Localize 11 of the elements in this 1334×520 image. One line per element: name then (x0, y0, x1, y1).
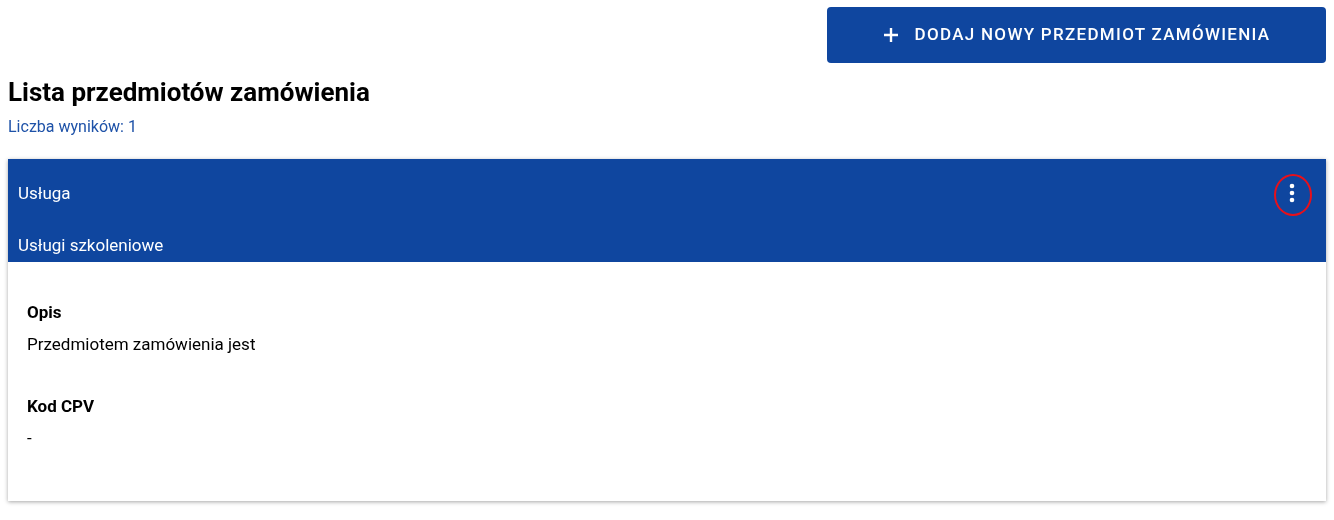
add-item-button[interactable]: DODAJ NOWY PRZEDMIOT ZAMÓWIENIA (827, 7, 1326, 63)
item-type: Usługa (18, 182, 71, 205)
plus-icon (882, 27, 899, 43)
more-vertical-icon (1289, 183, 1295, 203)
field-label: Opis (27, 301, 62, 324)
field-label: Kod CPV (27, 395, 95, 418)
field-value: - (27, 427, 32, 450)
page-heading: Lista przedmiotów zamówienia (8, 76, 370, 109)
item-category: Usługi szkoleniowe (18, 234, 164, 257)
field-value: Przedmiotem zamówienia jest (27, 333, 256, 356)
result-count: Liczba wyników: 1 (8, 116, 137, 138)
